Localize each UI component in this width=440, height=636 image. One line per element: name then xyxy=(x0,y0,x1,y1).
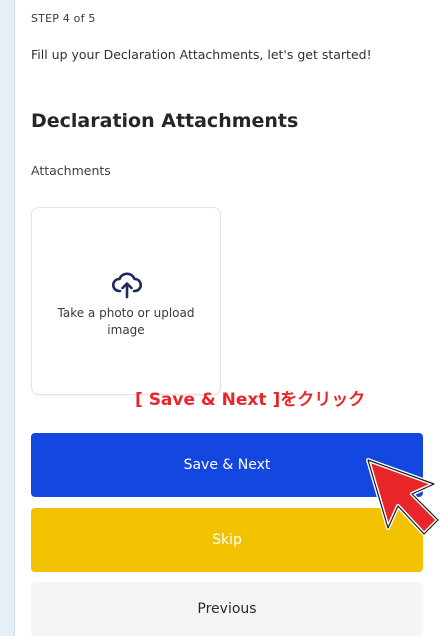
step-indicator: STEP 4 of 5 xyxy=(31,12,96,25)
attachments-label: Attachments xyxy=(31,163,111,178)
pointer-arrow-icon xyxy=(366,458,440,536)
intro-text: Fill up your Declaration Attachments, le… xyxy=(31,47,372,62)
previous-button[interactable]: Previous xyxy=(31,582,423,636)
cloud-upload-icon xyxy=(111,272,143,299)
form-screen: STEP 4 of 5 Fill up your Declaration Att… xyxy=(14,0,440,636)
page-title: Declaration Attachments xyxy=(31,110,299,132)
upload-dropzone[interactable]: Take a photo or upload image xyxy=(31,207,221,395)
click-instruction-callout: [ Save & Next ]をクリック xyxy=(135,390,366,410)
upload-label: Take a photo or upload image xyxy=(57,306,195,337)
